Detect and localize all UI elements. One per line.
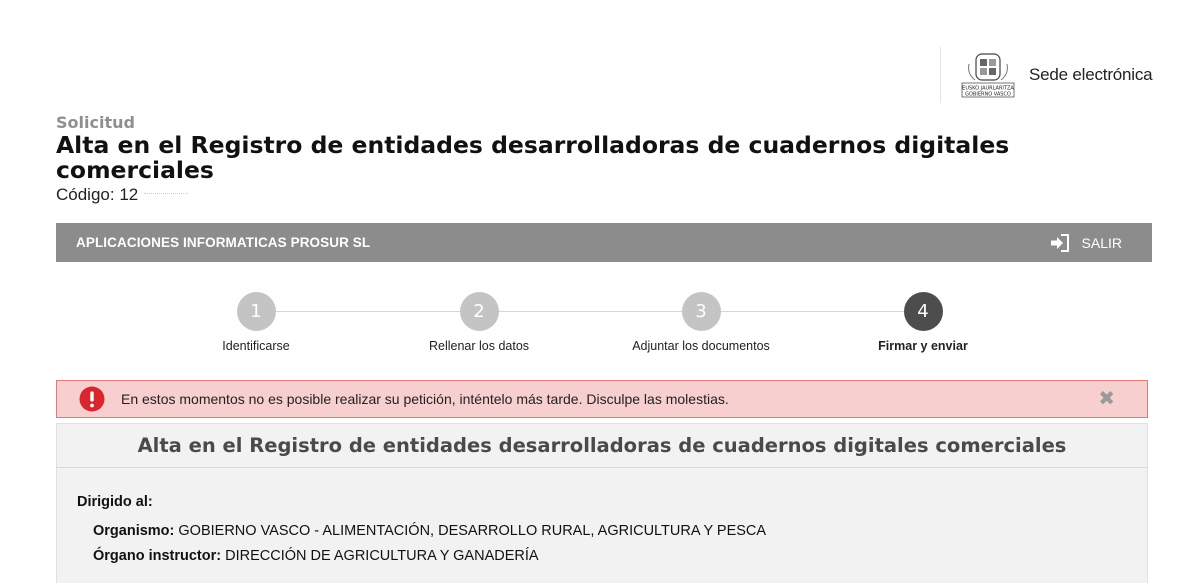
organismo-value: GOBIERNO VASCO - ALIMENTACIÓN, DESARROLL…	[178, 523, 767, 539]
brand-header: EUSKO JAURLARITZA GOBIERNO VASCO Sede el…	[940, 47, 1153, 103]
logout-button[interactable]: SALIR	[1050, 233, 1122, 252]
step-4: 4 Firmar y enviar	[833, 292, 1013, 353]
alert-message: En estos momentos no es posible realizar…	[121, 391, 729, 407]
step-4-circle: 4	[903, 292, 943, 331]
code-mask	[144, 192, 189, 199]
step-2-circle: 2	[459, 292, 499, 331]
step-4-label: Firmar y enviar	[878, 339, 968, 353]
gobierno-vasco-logo[interactable]: EUSKO JAURLARITZA GOBIERNO VASCO	[959, 50, 1017, 100]
user-bar: APLICACIONES INFORMATICAS PROSUR SL SALI…	[56, 223, 1152, 262]
panel-body: Dirigido al: Organismo: GOBIERNO VASCO -…	[57, 468, 1147, 564]
step-3: 3 Adjuntar los documentos	[611, 292, 791, 353]
stepper-line	[256, 311, 923, 312]
site-name[interactable]: Sede electrónica	[1029, 65, 1153, 85]
step-2: 2 Rellenar los datos	[389, 292, 569, 353]
organo-row: Órgano instructor: DIRECCIÓN DE AGRICULT…	[93, 548, 1147, 564]
close-icon[interactable]: ✖	[1098, 389, 1115, 409]
company-name: APLICACIONES INFORMATICAS PROSUR SL	[76, 235, 371, 250]
exclamation-circle-icon	[79, 386, 105, 412]
organo-value: DIRECCIÓN DE AGRICULTURA Y GANADERÍA	[225, 548, 539, 564]
panel-title: Alta en el Registro de entidades desarro…	[57, 424, 1147, 468]
progress-stepper: 1 Identificarse 2 Rellenar los datos 3 A…	[56, 290, 1152, 360]
step-3-label: Adjuntar los documentos	[632, 339, 770, 353]
organo-label: Órgano instructor:	[93, 548, 222, 564]
directed-to-label: Dirigido al:	[77, 494, 153, 510]
procedure-code-label: Código: 12	[56, 185, 139, 204]
organismo-label: Organismo:	[93, 523, 175, 539]
organismo-row: Organismo: GOBIERNO VASCO - ALIMENTACIÓN…	[93, 523, 1147, 539]
page-title: Alta en el Registro de entidades desarro…	[56, 131, 1010, 184]
step-3-circle: 3	[681, 292, 721, 331]
logout-label: SALIR	[1081, 234, 1122, 251]
step-1-circle: 1	[236, 292, 276, 331]
summary-panel: Alta en el Registro de entidades desarro…	[56, 423, 1148, 583]
step-1: 1 Identificarse	[166, 292, 346, 353]
step-1-label: Identificarse	[222, 339, 290, 353]
svg-text:GOBIERNO VASCO: GOBIERNO VASCO	[965, 92, 1011, 98]
sign-out-icon	[1050, 233, 1069, 252]
procedure-code: Código: 12	[56, 185, 189, 205]
page-kicker: Solicitud	[56, 113, 135, 132]
step-2-label: Rellenar los datos	[428, 339, 530, 353]
error-alert: En estos momentos no es posible realizar…	[56, 380, 1148, 418]
